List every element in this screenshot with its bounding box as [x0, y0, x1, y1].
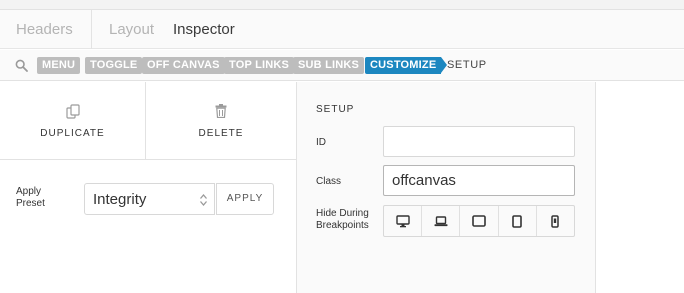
select-arrows-icon	[200, 194, 207, 206]
delete-label: DELETE	[198, 128, 244, 139]
trash-icon	[215, 104, 227, 118]
tab-layout[interactable]: Layout	[109, 10, 154, 49]
breakpoint-laptop-toggle[interactable]	[422, 206, 461, 236]
delete-button[interactable]: DELETE	[146, 82, 296, 160]
breakpoint-phone-toggle[interactable]	[537, 206, 574, 236]
breakpoint-tablet-portrait-toggle[interactable]	[499, 206, 537, 236]
breakpoint-toggle-group	[383, 205, 575, 237]
tab-bar: Headers Layout Inspector	[0, 10, 684, 49]
breakpoint-desktop-toggle[interactable]	[384, 206, 423, 236]
apply-button[interactable]: APPLY	[216, 183, 274, 215]
search-icon[interactable]	[15, 59, 28, 72]
top-strip	[0, 0, 684, 10]
id-field[interactable]	[383, 126, 575, 157]
desktop-icon	[395, 214, 410, 227]
actions-panel: DUPLICATE DELETE Apply Preset Integrity …	[0, 82, 297, 293]
id-label: ID	[316, 137, 326, 148]
hide-breakpoints-label: Hide During Breakpoints	[316, 208, 369, 231]
tablet-portrait-icon	[512, 214, 523, 228]
duplicate-icon	[65, 104, 80, 119]
breadcrumb-setup: SETUP	[447, 59, 487, 71]
tab-inspector[interactable]: Inspector	[173, 10, 235, 49]
breadcrumb-sub-links[interactable]: SUB LINKS	[293, 57, 365, 74]
duplicate-button[interactable]: DUPLICATE	[0, 82, 146, 160]
tab-headers[interactable]: Headers	[16, 10, 73, 49]
breadcrumb: MENU TOGGLE OFF CANVAS TOP LINKS SUB LIN…	[0, 50, 684, 81]
tab-divider	[91, 10, 92, 49]
setup-title: SETUP	[316, 104, 355, 115]
breadcrumb-toggle[interactable]: TOGGLE	[85, 57, 143, 74]
breadcrumb-menu[interactable]: MENU	[37, 57, 81, 74]
class-label: Class	[316, 176, 342, 187]
empty-canvas-area	[597, 82, 684, 293]
breakpoint-tablet-landscape-toggle[interactable]	[460, 206, 499, 236]
phone-icon	[551, 214, 560, 228]
breadcrumb-top-links[interactable]: TOP LINKS	[224, 57, 295, 74]
class-field[interactable]	[383, 165, 575, 196]
duplicate-label: DUPLICATE	[40, 128, 105, 139]
breadcrumb-off-canvas[interactable]: OFF CANVAS	[142, 57, 225, 74]
laptop-icon	[434, 215, 448, 226]
tablet-landscape-icon	[472, 215, 486, 227]
breadcrumb-customize[interactable]: CUSTOMIZE	[365, 57, 448, 74]
preset-select[interactable]: Integrity	[84, 183, 215, 215]
apply-preset-label: Apply Preset	[16, 186, 45, 209]
setup-panel: SETUP ID Class Hide During Breakpoints	[297, 82, 596, 293]
preset-selected-value: Integrity	[93, 191, 147, 208]
